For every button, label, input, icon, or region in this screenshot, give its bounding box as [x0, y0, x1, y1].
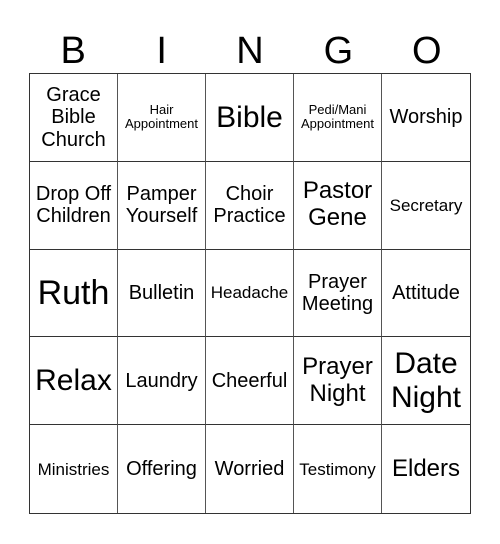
bingo-cell[interactable]: Ruth — [30, 249, 118, 338]
header-letter-b: B — [60, 30, 86, 72]
header-letter-i: I — [156, 30, 167, 72]
header-letter-o: O — [412, 30, 442, 72]
bingo-cell[interactable]: Worship — [382, 74, 470, 162]
bingo-cell[interactable]: Grace Bible Church — [30, 74, 118, 162]
bingo-cell-text: Bulletin — [128, 281, 195, 304]
bingo-cell-text: Testimony — [299, 459, 376, 479]
bingo-cell-text: Relax — [35, 363, 112, 397]
bingo-cell[interactable]: Elders — [382, 425, 470, 513]
bingo-cell-text: Prayer Meeting — [301, 270, 374, 315]
bingo-cell-text: Headache — [210, 283, 289, 303]
bingo-cell[interactable]: Bible — [206, 74, 294, 162]
header-letter-g: G — [323, 30, 354, 72]
bingo-cell[interactable]: Laundry — [118, 337, 206, 426]
bingo-grid: Grace Bible Church Hair Appointment Bible P… — [29, 73, 471, 514]
bingo-cell[interactable]: Hair Appointment — [118, 74, 206, 162]
bingo-cell[interactable]: Testimony — [294, 425, 382, 513]
bingo-cell-text: Cheerful — [211, 369, 288, 392]
bingo-cell[interactable]: Date Night — [382, 337, 470, 426]
bingo-cell[interactable]: Pastor Gene — [294, 161, 382, 250]
bingo-cell[interactable]: Ministries — [30, 425, 118, 513]
bingo-cell[interactable]: Relax — [30, 337, 118, 426]
bingo-cell-text: Drop Off Children — [35, 182, 112, 228]
bingo-cell-text: Pedi/Mani Appointment — [301, 101, 374, 132]
bingo-cell[interactable]: Pedi/Mani Appointment — [294, 74, 382, 162]
bingo-cell[interactable]: Bulletin — [118, 249, 206, 338]
bingo-cell[interactable]: Choir Practice — [206, 161, 294, 250]
bingo-cell-text: Ministries — [37, 459, 110, 479]
bingo-cell-text: Elders — [391, 454, 461, 482]
bingo-cell-text: Worried — [214, 457, 285, 480]
bingo-cell-text: Hair Appointment — [125, 101, 198, 132]
bingo-cell-text: Bible — [216, 100, 283, 134]
bingo-cell-text: Pamper Yourself — [125, 182, 198, 228]
bingo-cell[interactable]: Attitude — [382, 250, 470, 338]
bingo-cell[interactable]: Prayer Meeting — [294, 249, 382, 338]
bingo-cell-text: Attitude — [392, 281, 460, 304]
bingo-cell[interactable]: Prayer Night — [294, 337, 382, 426]
bingo-cell-text: Pastor Gene — [302, 177, 373, 232]
bingo-cell[interactable]: Offering — [118, 425, 206, 513]
bingo-cell[interactable]: Headache — [206, 249, 294, 338]
header-letter-n: N — [236, 30, 264, 72]
bingo-cell[interactable]: Pamper Yourself — [118, 161, 206, 250]
bingo-cell-text: Prayer Night — [302, 352, 373, 407]
bingo-cell-text: Date Night — [390, 347, 462, 414]
bingo-cell[interactable]: Secretary — [382, 162, 470, 250]
bingo-cell-text: Worship — [389, 106, 463, 129]
bingo-cell[interactable]: Worried — [206, 425, 294, 513]
bingo-cell[interactable]: Drop Off Children — [30, 161, 118, 250]
bingo-cell-text: Ruth — [37, 273, 110, 312]
bingo-cell-text: Laundry — [125, 369, 198, 392]
bingo-cell[interactable]: Cheerful — [206, 337, 294, 426]
bingo-cell-text: Choir Practice — [213, 182, 286, 228]
bingo-cell-text: Grace Bible Church — [41, 83, 106, 151]
bingo-header: B I N G O — [29, 30, 471, 73]
bingo-cell-text: Offering — [126, 457, 197, 480]
bingo-cell-text: Secretary — [389, 195, 463, 215]
